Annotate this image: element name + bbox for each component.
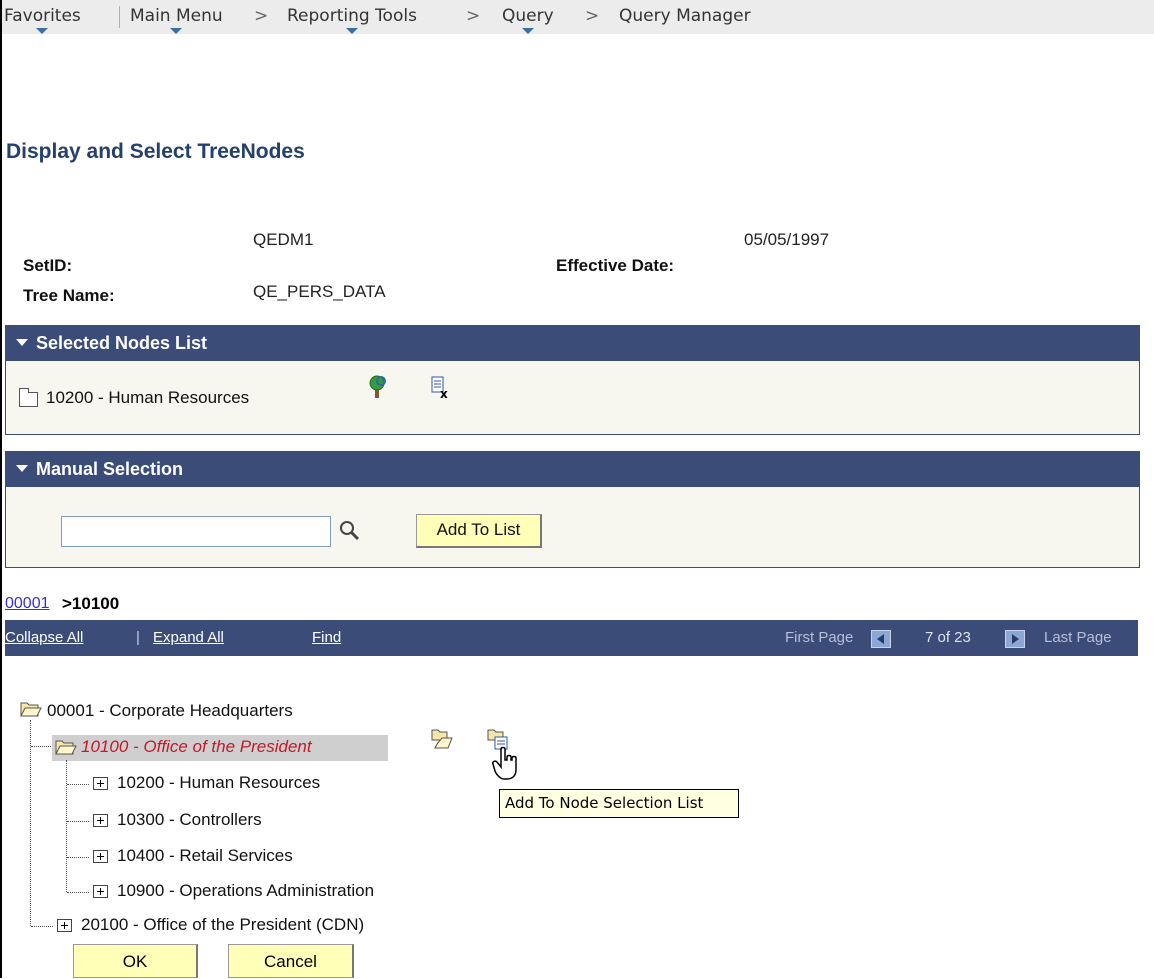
page-status: 7 of 23: [925, 629, 971, 646]
tree-child-node[interactable]: 10400 - Retail Services: [117, 846, 293, 866]
selected-nodes-group: Selected Nodes List 10200 - Human Resour…: [5, 325, 1140, 435]
ok-button[interactable]: OK: [73, 944, 198, 978]
effective-date-label: Effective Date:: [556, 256, 675, 275]
breadcrumb-reporting-tools[interactable]: Reporting Tools: [287, 6, 417, 34]
expand-plus-icon[interactable]: [93, 814, 108, 827]
breadcrumb-label: Main Menu: [130, 6, 223, 26]
left-border: [0, 0, 2, 978]
tree-name-value: QE_PERS_DATA: [253, 282, 386, 301]
expand-plus-icon[interactable]: [93, 777, 108, 790]
divider: |: [136, 629, 140, 646]
path-root-link[interactable]: 00001: [5, 595, 50, 613]
collapse-triangle-icon: [16, 464, 28, 472]
search-icon[interactable]: [339, 520, 361, 542]
tooltip: Add To Node Selection List: [499, 789, 739, 818]
dropdown-arrow-icon: [345, 28, 358, 34]
folder-icon: [19, 388, 38, 407]
page-title: Display and Select TreeNodes: [6, 140, 305, 163]
setid-label: SetID:: [23, 256, 73, 275]
tree-connector: [66, 760, 67, 892]
group-header-label: Selected Nodes List: [36, 333, 208, 353]
breadcrumb-label: Query: [502, 6, 554, 26]
tree-current-node[interactable]: 10100 - Office of the President: [81, 737, 312, 757]
selected-node-label: 10200 - Human Resources: [46, 388, 250, 407]
expand-plus-icon[interactable]: [93, 850, 108, 863]
tree-child-node[interactable]: 10900 - Operations Administration: [117, 881, 374, 901]
tree-connector: [67, 892, 89, 893]
open-folder-icon: [20, 702, 42, 717]
expand-plus-icon[interactable]: [93, 885, 108, 898]
hand-cursor-icon: [492, 746, 517, 780]
breadcrumb-separator: >: [254, 6, 269, 26]
tree-connector: [30, 720, 31, 926]
collapse-triangle-icon: [16, 338, 28, 346]
breadcrumb-main-menu[interactable]: Main Menu: [130, 6, 223, 34]
manual-selection-header[interactable]: Manual Selection: [6, 452, 1139, 487]
add-to-list-button[interactable]: Add To List: [416, 514, 542, 548]
tree-child-node[interactable]: 10300 - Controllers: [117, 810, 262, 830]
manual-selection-group: Manual Selection Add To List: [5, 451, 1140, 568]
path-current-node: >10100: [62, 594, 120, 613]
breadcrumb-favorites[interactable]: Favorites: [4, 6, 81, 34]
svg-text:x: x: [440, 387, 448, 400]
tree-child-node[interactable]: 10200 - Human Resources: [117, 773, 320, 793]
view-tree-icon[interactable]: [366, 374, 388, 400]
breadcrumb-separator: >: [585, 6, 600, 26]
expand-plus-icon[interactable]: [57, 919, 72, 932]
tree-connector: [31, 926, 53, 927]
expand-all-link[interactable]: Expand All: [153, 629, 224, 646]
remove-node-icon[interactable]: x: [431, 376, 451, 400]
dropdown-arrow-icon: [521, 28, 534, 34]
setid-value: QEDM1: [253, 230, 314, 249]
next-page-icon[interactable]: [1005, 630, 1025, 648]
group-header-label: Manual Selection: [36, 459, 184, 479]
breadcrumb-query-manager[interactable]: Query Manager: [619, 6, 751, 26]
previous-page-icon[interactable]: [871, 630, 891, 648]
tree-name-label: Tree Name:: [23, 286, 115, 305]
dropdown-arrow-icon: [36, 28, 49, 34]
cancel-button[interactable]: Cancel: [228, 944, 354, 978]
collapse-all-link[interactable]: Collapse All: [5, 629, 83, 646]
selected-nodes-header[interactable]: Selected Nodes List: [6, 326, 1139, 361]
node-search-input[interactable]: [61, 516, 331, 547]
breadcrumb-label: Reporting Tools: [287, 6, 417, 26]
tree-connector: [31, 746, 53, 747]
divider: [119, 6, 120, 28]
tree-sibling-node[interactable]: 20100 - Office of the President (CDN): [81, 915, 364, 935]
find-link[interactable]: Find: [312, 629, 341, 646]
tree-nav-bar: Collapse All | Expand All Find First Pag…: [5, 620, 1138, 656]
breadcrumb-label: Query Manager: [619, 6, 751, 26]
last-page-label: Last Page: [1044, 629, 1112, 646]
tree-connector: [67, 784, 89, 785]
tree-connector: [67, 857, 89, 858]
breadcrumb-query[interactable]: Query: [502, 6, 554, 34]
breadcrumb-label: Favorites: [4, 6, 81, 26]
tree-root-node[interactable]: 00001 - Corporate Headquarters: [47, 701, 293, 721]
select-node-icon[interactable]: [430, 726, 454, 752]
breadcrumb-separator: >: [466, 6, 481, 26]
first-page-label: First Page: [785, 629, 854, 646]
open-folder-icon: [55, 740, 77, 755]
breadcrumb: Favorites Main Menu > Reporting Tools > …: [2, 0, 1154, 34]
tree-connector: [67, 821, 89, 822]
effective-date-value: 05/05/1997: [744, 230, 830, 249]
dropdown-arrow-icon: [170, 28, 183, 34]
